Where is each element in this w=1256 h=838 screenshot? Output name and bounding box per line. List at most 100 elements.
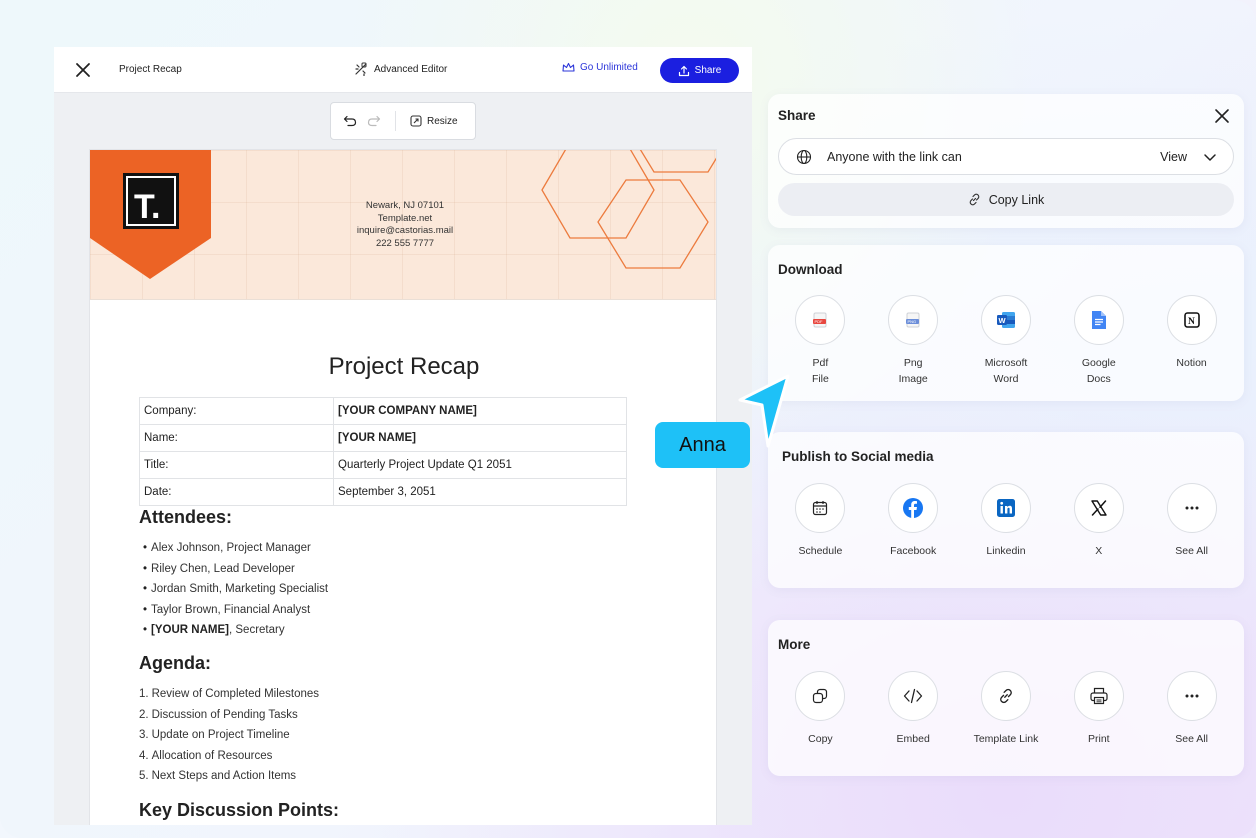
share-panel-title: Share <box>778 108 816 123</box>
more-icon <box>1166 671 1217 721</box>
social-see-all-label: See All <box>1175 545 1208 557</box>
copy-label: Copy <box>808 733 833 745</box>
list-item: 3. Update on Project Timeline <box>139 725 319 746</box>
attendee-text: Riley Chen, Lead Developer <box>151 562 295 575</box>
svg-text:PDF: PDF <box>815 319 824 324</box>
permission-value: View <box>1160 149 1187 164</box>
editor-topbar: Project Recap Advanced Editor Go Unlimit… <box>54 47 752 93</box>
more-options: Copy Embed Template Link Print See All <box>768 671 1244 747</box>
contact-website: Template.net <box>377 212 433 224</box>
linkedin-button[interactable]: Linkedin <box>960 483 1053 559</box>
table-value-date: September 3, 2051 <box>333 478 627 506</box>
list-item: 2. Discussion of Pending Tasks <box>139 705 319 726</box>
list-item: Taylor Brown, Financial Analyst <box>139 600 328 621</box>
contact-block: Newark, NJ 07101 Template.net inquire@ca… <box>320 200 490 250</box>
attendee-text: Alex Johnson, Project Manager <box>151 542 311 554</box>
more-see-all-button[interactable]: See All <box>1145 671 1238 747</box>
editor-window: Project Recap Advanced Editor Go Unlimit… <box>54 47 752 825</box>
link-permission-select[interactable]: Anyone with the link can View <box>778 138 1234 175</box>
calendar-icon <box>795 483 846 533</box>
download-notion-button[interactable]: N Notion <box>1145 295 1238 387</box>
table-row: Name: [YOUR NAME] <box>139 424 627 452</box>
download-notion-label: Notion <box>1176 357 1207 369</box>
social-title: Publish to Social media <box>782 449 934 464</box>
advanced-editor-label: Advanced Editor <box>374 63 448 75</box>
undo-icon[interactable] <box>343 115 357 127</box>
table-value-company: [YOUR COMPANY NAME] <box>333 397 627 425</box>
facebook-button[interactable]: Facebook <box>867 483 960 559</box>
contact-email: inquire@castorias.mail <box>356 225 454 236</box>
close-icon[interactable] <box>1214 108 1230 124</box>
table-label-title: Title: <box>139 451 334 479</box>
agenda-number: 5. <box>139 770 149 782</box>
schedule-button[interactable]: Schedule <box>774 483 867 559</box>
download-panel: Download PDF Pdf File PNG Png Image W Micr… <box>768 245 1244 401</box>
svg-text:W: W <box>998 316 1006 325</box>
download-options: PDF Pdf File PNG Png Image W Microsoft Word… <box>768 295 1244 387</box>
collaborator-name-tag: Anna <box>655 422 750 468</box>
document-title: Project Recap <box>328 353 480 380</box>
go-unlimited-button[interactable]: Go Unlimited <box>562 62 638 73</box>
attendee-text: Taylor Brown, Financial Analyst <box>151 603 311 616</box>
document-page[interactable]: T. Newark, NJ 07101 Template.net inquire… <box>89 149 717 825</box>
template-link-label: Template Link <box>973 733 1039 745</box>
google-docs-icon <box>1073 295 1124 345</box>
download-google-docs-button[interactable]: Google Docs <box>1052 295 1145 387</box>
permission-text: Anyone with the link can <box>827 149 962 164</box>
upload-icon <box>678 65 689 76</box>
word-icon: W <box>980 295 1031 345</box>
template-link-button[interactable]: Template Link <box>960 671 1053 747</box>
more-see-all-label: See All <box>1175 733 1208 745</box>
social-panel: Publish to Social media Schedule Faceboo… <box>768 432 1244 588</box>
pdf-icon: PDF <box>795 295 846 345</box>
download-word-button[interactable]: W Microsoft Word <box>960 295 1053 387</box>
table-label-date: Date: <box>139 478 334 506</box>
more-title: More <box>778 637 811 652</box>
share-button[interactable]: Share <box>660 58 739 83</box>
table-value-name: [YOUR NAME] <box>333 424 627 452</box>
resize-icon <box>410 115 422 127</box>
logo-letter: T. <box>134 188 160 226</box>
copy-link-label: Copy Link <box>988 192 1045 207</box>
embed-button[interactable]: Embed <box>867 671 960 747</box>
advanced-editor-button[interactable]: Advanced Editor <box>354 62 447 76</box>
list-item: Jordan Smith, Marketing Specialist <box>139 579 328 600</box>
close-icon[interactable] <box>74 61 92 79</box>
redo-icon[interactable] <box>367 115 381 127</box>
table-row: Company: [YOUR COMPANY NAME] <box>139 397 627 425</box>
document-banner: T. Newark, NJ 07101 Template.net inquire… <box>90 150 716 300</box>
copy-link-button[interactable]: Copy Link <box>778 183 1234 216</box>
agenda-number: 2. <box>139 708 149 721</box>
agenda-text: Allocation of Resources <box>151 749 273 762</box>
x-button[interactable]: X <box>1052 483 1145 559</box>
magic-tools-icon <box>355 62 367 76</box>
resize-button[interactable]: Resize <box>410 115 458 127</box>
copy-button[interactable]: Copy <box>774 671 867 747</box>
logo-ribbon: T. <box>90 150 211 279</box>
agenda-number: 3. <box>139 729 149 741</box>
download-google-docs-label: Google Docs <box>1081 357 1116 385</box>
social-options: Schedule Facebook Linkedin X See All <box>768 483 1244 559</box>
linkedin-icon <box>980 483 1031 533</box>
contact-phone: 222 555 7777 <box>375 237 435 249</box>
agenda-number: 1. <box>139 688 149 700</box>
list-item: 1. Review of Completed Milestones <box>139 684 319 705</box>
svg-text:N: N <box>1188 317 1195 327</box>
link-icon <box>980 671 1031 721</box>
table-row: Date: September 3, 2051 <box>139 478 627 506</box>
share-panel: Share Anyone with the link can View Copy… <box>768 94 1244 228</box>
copy-icon <box>795 671 846 721</box>
svg-text:PNG: PNG <box>908 319 917 324</box>
list-item: 4. Allocation of Resources <box>139 746 319 767</box>
print-button[interactable]: Print <box>1052 671 1145 747</box>
download-title: Download <box>778 262 843 277</box>
download-png-button[interactable]: PNG Png Image <box>867 295 960 387</box>
table-row: Title: Quarterly Project Update Q1 2051 <box>139 451 627 479</box>
schedule-label: Schedule <box>798 545 843 557</box>
agenda-heading: Agenda: <box>139 653 211 673</box>
attendee-placeholder-name: [YOUR NAME] <box>151 624 229 636</box>
agenda-list: 1. Review of Completed Milestones 2. Discu… <box>139 684 319 787</box>
toolbar-divider <box>395 111 396 131</box>
social-see-all-button[interactable]: See All <box>1145 483 1238 559</box>
document-name: Project Recap <box>119 64 182 75</box>
